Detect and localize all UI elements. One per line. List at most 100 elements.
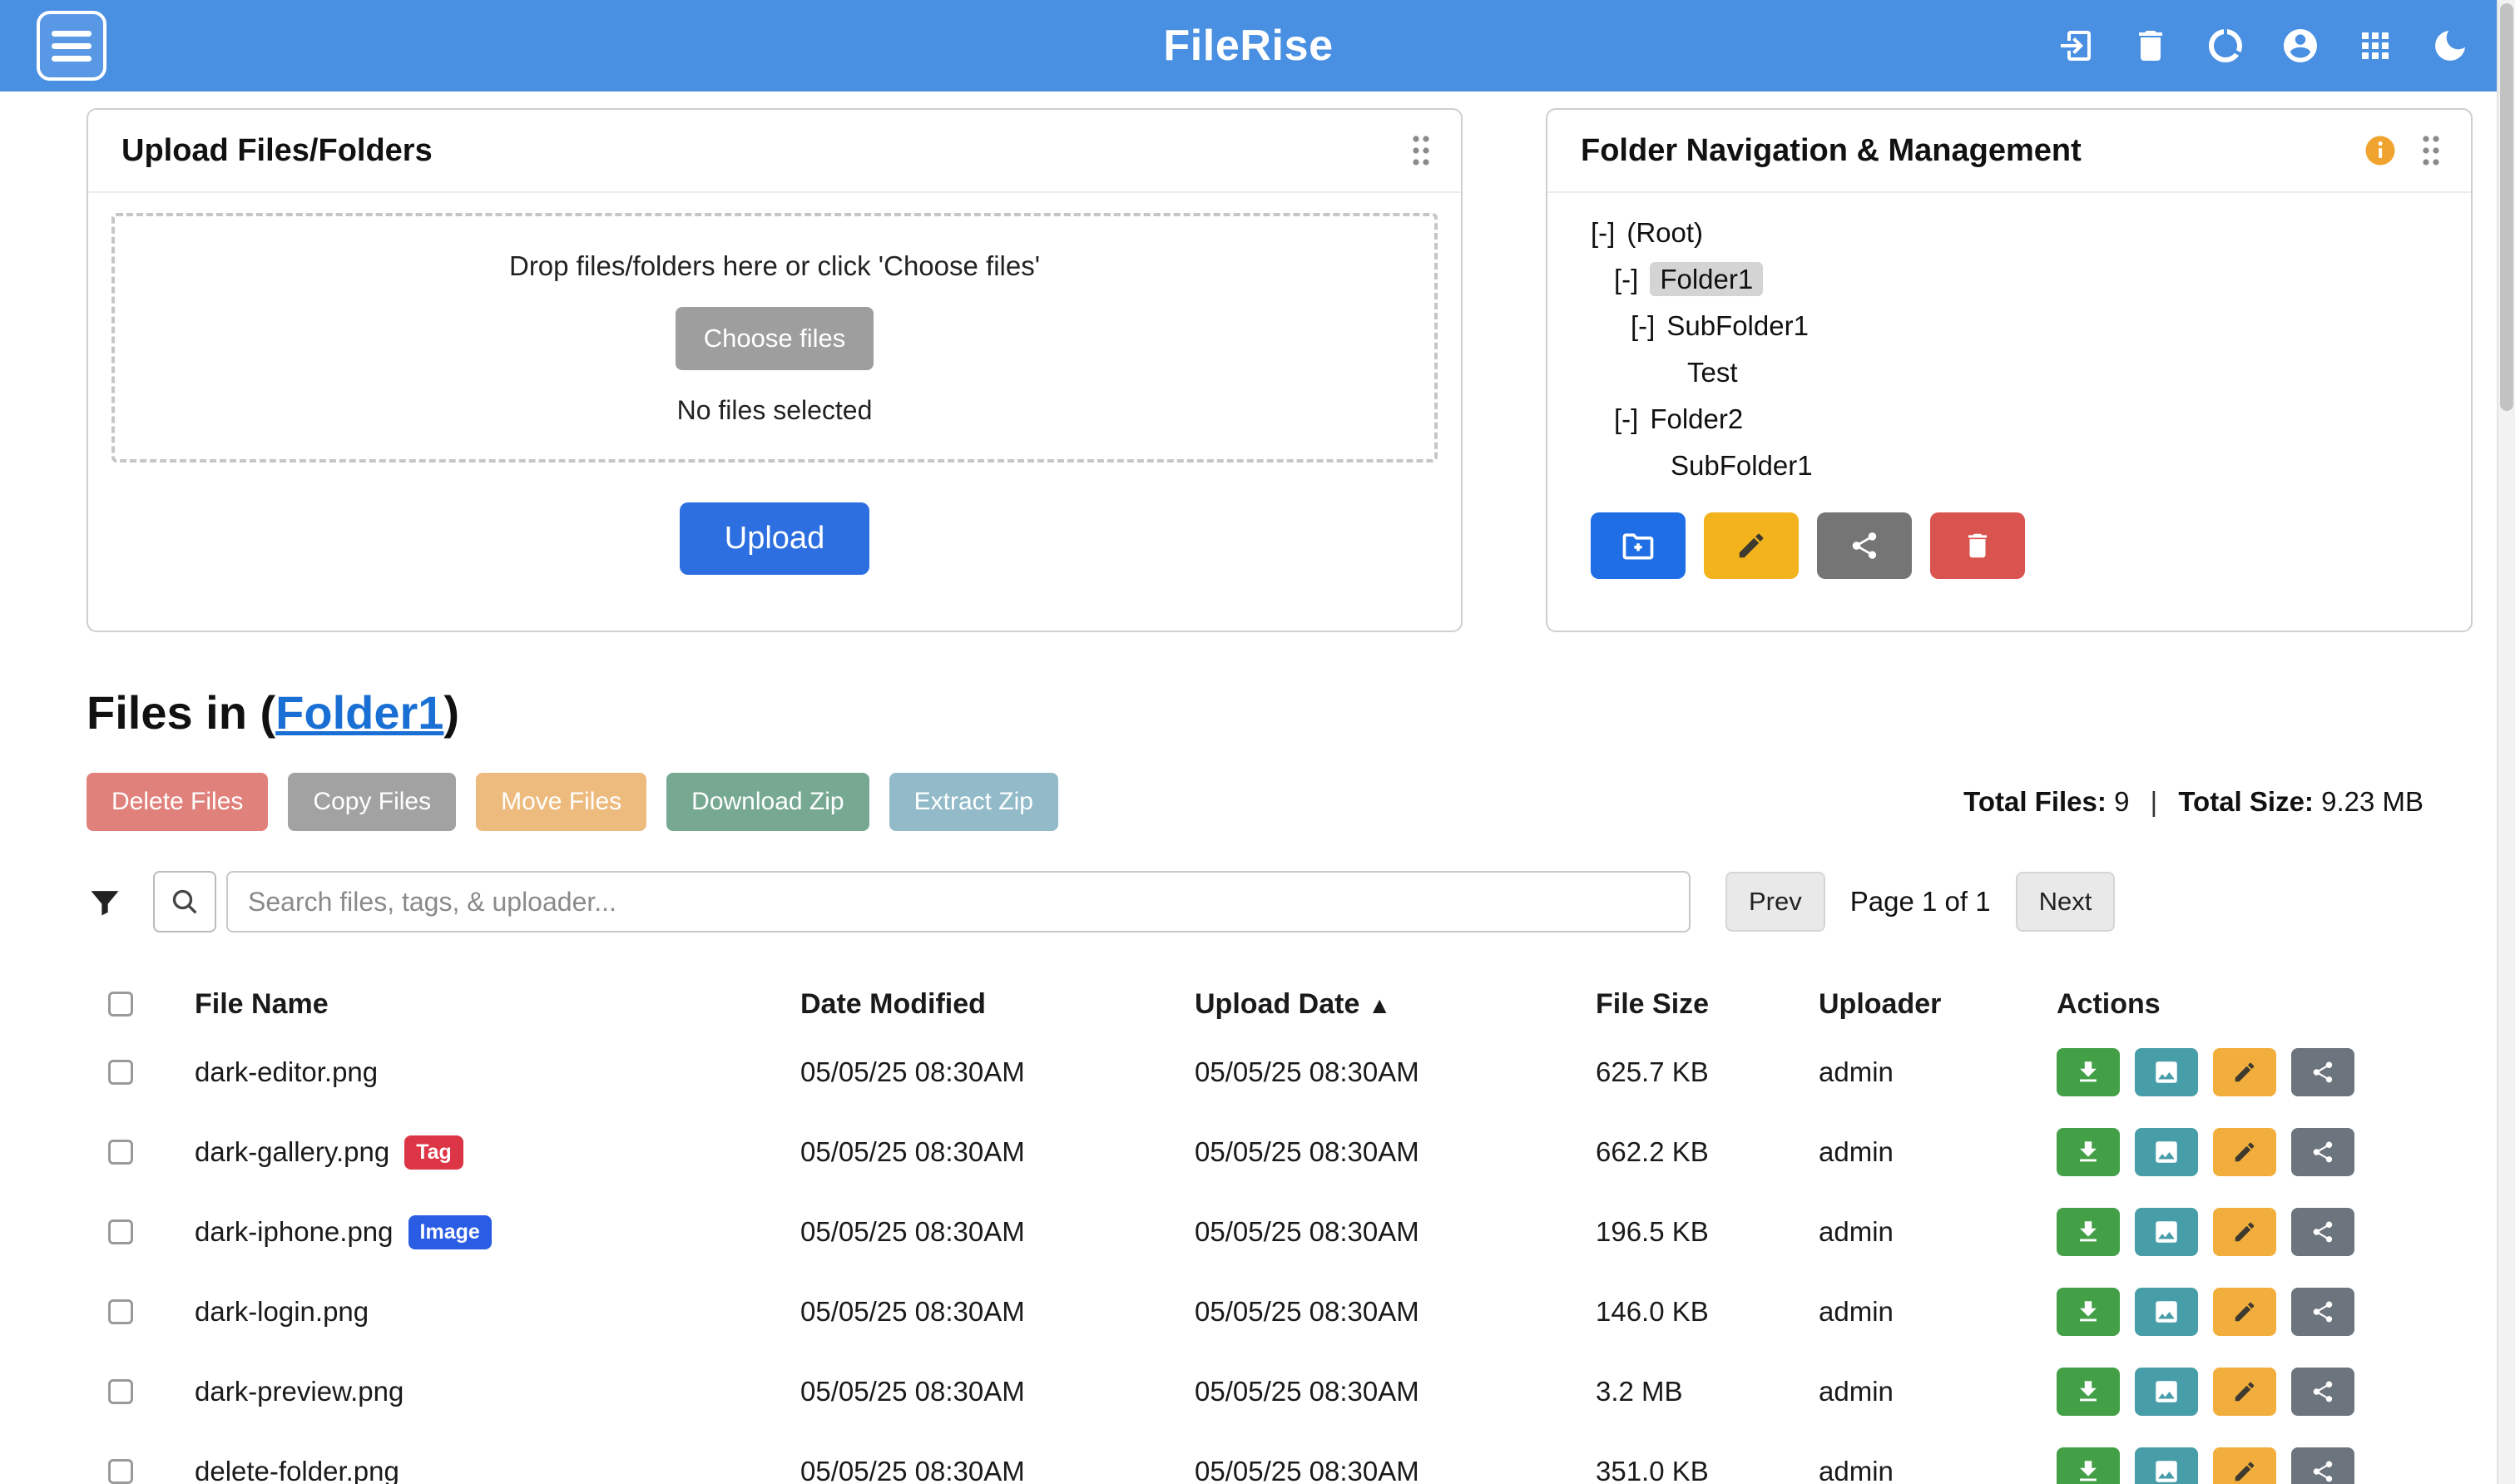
file-name[interactable]: dark-editor.png [195, 1056, 378, 1088]
image-icon [2152, 1138, 2181, 1166]
file-operations-row: Delete Files Copy Files Move Files Downl… [0, 740, 2497, 831]
file-name[interactable]: dark-iphone.png [195, 1216, 394, 1248]
share-file-button[interactable] [2291, 1208, 2354, 1256]
search-button[interactable] [153, 871, 216, 932]
tree-label[interactable]: (Root) [1626, 217, 1703, 248]
header-file-size[interactable]: File Size [1596, 988, 1819, 1021]
row-checkbox[interactable] [108, 1219, 133, 1244]
main-menu-button[interactable] [37, 11, 106, 81]
select-all-checkbox[interactable] [108, 992, 133, 1017]
file-name[interactable]: dark-gallery.png [195, 1136, 389, 1168]
header-date-modified[interactable]: Date Modified [800, 988, 1195, 1021]
share-folder-button[interactable] [1817, 512, 1912, 579]
drag-handle-icon[interactable] [1408, 132, 1434, 169]
scrollbar-thumb[interactable] [2500, 3, 2513, 411]
files-heading-suffix: ) [443, 686, 459, 739]
account-icon[interactable] [2280, 26, 2320, 66]
tree-item-folder2: [-] Folder2 [1614, 396, 2471, 443]
delete-files-button[interactable]: Delete Files [87, 773, 268, 831]
rename-folder-icon [1735, 530, 1767, 561]
edit-file-button[interactable] [2213, 1048, 2276, 1096]
download-file-button[interactable] [2057, 1128, 2120, 1176]
upload-card: Upload Files/Folders Drop files/folders … [87, 108, 1463, 632]
tree-label[interactable]: Test [1687, 357, 1738, 388]
tree-label[interactable]: Folder2 [1650, 403, 1743, 434]
logout-icon[interactable] [2056, 26, 2096, 66]
edit-file-button[interactable] [2213, 1288, 2276, 1336]
upload-button[interactable]: Upload [680, 502, 869, 575]
preview-image-button[interactable] [2135, 1368, 2198, 1416]
share-file-button[interactable] [2291, 1288, 2354, 1336]
row-checkbox[interactable] [108, 1379, 133, 1404]
edit-icon [2232, 1299, 2257, 1324]
folder-card-title: Folder Navigation & Management [1581, 133, 2082, 169]
move-files-button[interactable]: Move Files [476, 773, 646, 831]
info-icon[interactable] [2363, 133, 2398, 168]
tree-toggle[interactable]: [-] [1631, 310, 1655, 341]
file-name[interactable]: dark-preview.png [195, 1376, 403, 1407]
row-checkbox[interactable] [108, 1299, 133, 1324]
delete-folder-button[interactable] [1930, 512, 2025, 579]
edit-file-button[interactable] [2213, 1447, 2276, 1484]
download-file-button[interactable] [2057, 1288, 2120, 1336]
upload-dropzone[interactable]: Drop files/folders here or click 'Choose… [111, 213, 1438, 463]
preview-image-button[interactable] [2135, 1288, 2198, 1336]
edit-file-button[interactable] [2213, 1208, 2276, 1256]
current-folder-link[interactable]: Folder1 [275, 686, 443, 739]
copy-files-button[interactable]: Copy Files [288, 773, 456, 831]
file-name[interactable]: dark-login.png [195, 1296, 369, 1328]
row-checkbox[interactable] [108, 1060, 133, 1085]
tag-badge[interactable]: Tag [404, 1135, 463, 1170]
row-checkbox[interactable] [108, 1140, 133, 1165]
header-file-name[interactable]: File Name [195, 988, 800, 1021]
data-usage-icon[interactable] [2206, 26, 2245, 66]
header-upload-date[interactable]: Upload Date▲ [1195, 988, 1596, 1021]
header-actions [2056, 26, 2470, 66]
download-zip-button[interactable]: Download Zip [666, 773, 869, 831]
download-file-button[interactable] [2057, 1447, 2120, 1484]
vertical-scrollbar[interactable] [2497, 0, 2515, 1484]
share-file-button[interactable] [2291, 1128, 2354, 1176]
share-file-button[interactable] [2291, 1048, 2354, 1096]
share-file-button[interactable] [2291, 1447, 2354, 1484]
date-modified-cell: 05/05/25 08:30AM [800, 1136, 1195, 1168]
tree-label-selected[interactable]: Folder1 [1650, 262, 1763, 296]
drag-handle-icon[interactable] [2418, 132, 2444, 169]
tree-toggle[interactable]: [-] [1591, 217, 1615, 248]
image-badge[interactable]: Image [408, 1215, 492, 1249]
uploader-cell: admin [1819, 1056, 2057, 1088]
file-name[interactable]: delete-folder.png [195, 1456, 399, 1484]
total-files-label: Total Files: [1963, 786, 2107, 817]
tree-label[interactable]: SubFolder1 [1666, 310, 1809, 341]
search-input[interactable] [226, 871, 1691, 932]
download-file-button[interactable] [2057, 1208, 2120, 1256]
files-heading: Files in (Folder1) [0, 632, 2497, 740]
dark-mode-icon[interactable] [2430, 26, 2470, 66]
share-icon [2310, 1459, 2335, 1484]
create-folder-button[interactable] [1591, 512, 1686, 579]
share-file-button[interactable] [2291, 1368, 2354, 1416]
edit-file-button[interactable] [2213, 1128, 2276, 1176]
upload-card-header: Upload Files/Folders [88, 110, 1461, 193]
extract-zip-button[interactable]: Extract Zip [889, 773, 1058, 831]
tree-toggle[interactable]: [-] [1614, 403, 1638, 434]
download-file-button[interactable] [2057, 1048, 2120, 1096]
download-file-button[interactable] [2057, 1368, 2120, 1416]
edit-file-button[interactable] [2213, 1368, 2276, 1416]
trash-icon[interactable] [2131, 26, 2171, 66]
filter-icon[interactable] [87, 883, 123, 920]
prev-page-button[interactable]: Prev [1725, 872, 1825, 932]
preview-image-button[interactable] [2135, 1128, 2198, 1176]
choose-files-button[interactable]: Choose files [676, 307, 874, 370]
preview-image-button[interactable] [2135, 1447, 2198, 1484]
preview-image-button[interactable] [2135, 1048, 2198, 1096]
tree-toggle[interactable]: [-] [1614, 264, 1638, 294]
apps-grid-icon[interactable] [2355, 26, 2395, 66]
preview-image-button[interactable] [2135, 1208, 2198, 1256]
header-uploader[interactable]: Uploader [1819, 988, 2057, 1021]
next-page-button[interactable]: Next [2016, 872, 2116, 932]
tree-label[interactable]: SubFolder1 [1671, 450, 1813, 481]
download-icon [2074, 1457, 2102, 1484]
rename-folder-button[interactable] [1704, 512, 1799, 579]
row-checkbox[interactable] [108, 1459, 133, 1484]
